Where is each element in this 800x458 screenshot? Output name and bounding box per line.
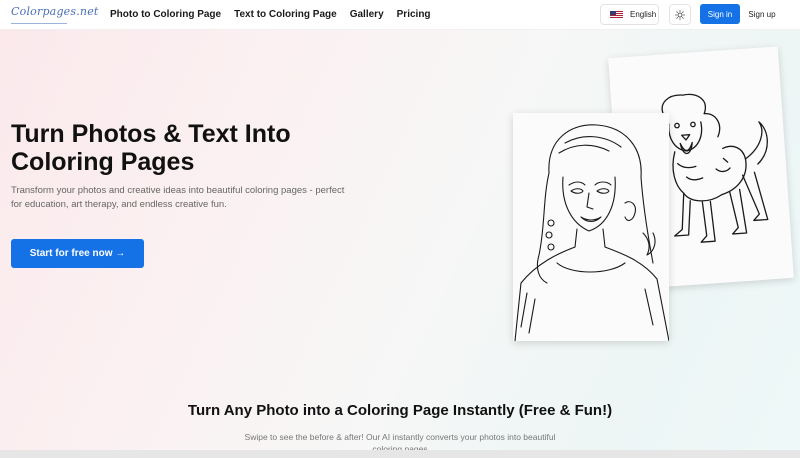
nav-gallery[interactable]: Gallery	[350, 9, 384, 20]
language-selector[interactable]: English	[600, 4, 659, 25]
start-free-button[interactable]: Start for free now →	[11, 239, 144, 268]
theme-toggle-button[interactable]	[669, 4, 691, 25]
portrait-drawing-icon	[514, 124, 669, 341]
portrait-coloring-sample	[513, 113, 669, 341]
top-navbar: Colorpages.net Photo to Coloring Page Te…	[0, 0, 800, 30]
logo-underline	[11, 23, 67, 24]
hero-description: Transform your photos and creative ideas…	[11, 185, 345, 210]
hero-title: Turn Photos & Text Into Coloring Pages	[11, 120, 291, 176]
sign-in-button[interactable]: Sign in	[700, 4, 740, 24]
sign-up-button[interactable]: Sign up	[745, 4, 779, 24]
us-flag-icon	[610, 10, 623, 19]
nav-text-to-coloring[interactable]: Text to Coloring Page	[234, 9, 337, 20]
language-label: English	[630, 10, 657, 19]
nav-pricing[interactable]: Pricing	[397, 9, 431, 20]
nav-photo-to-coloring[interactable]: Photo to Coloring Page	[110, 9, 221, 20]
horizontal-scrollbar[interactable]	[0, 450, 800, 458]
main-nav: Photo to Coloring Page Text to Coloring …	[110, 9, 431, 20]
section-title: Turn Any Photo into a Coloring Page Inst…	[187, 402, 613, 419]
site-logo[interactable]: Colorpages.net	[11, 5, 99, 18]
sun-icon	[675, 9, 685, 20]
